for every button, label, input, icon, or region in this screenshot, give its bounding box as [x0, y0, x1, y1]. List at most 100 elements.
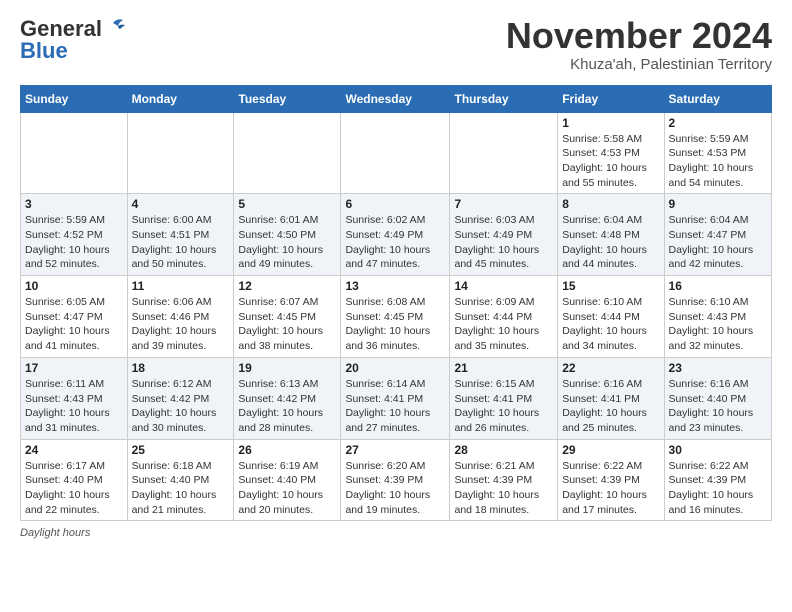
- day-info: Sunrise: 6:19 AMSunset: 4:40 PMDaylight:…: [238, 459, 336, 518]
- day-info: Sunrise: 6:04 AMSunset: 4:47 PMDaylight:…: [669, 213, 767, 272]
- day-number: 17: [25, 361, 123, 375]
- day-info: Sunrise: 6:08 AMSunset: 4:45 PMDaylight:…: [345, 295, 445, 354]
- col-monday: Monday: [127, 85, 234, 112]
- calendar-cell: 1 Sunrise: 5:58 AMSunset: 4:53 PMDaylight…: [558, 112, 664, 194]
- day-info: Sunrise: 6:06 AMSunset: 4:46 PMDaylight:…: [132, 295, 230, 354]
- logo-bird-icon: [103, 18, 125, 36]
- footer: Daylight hours: [20, 527, 772, 539]
- calendar-cell: 12Sunrise: 6:07 AMSunset: 4:45 PMDayligh…: [234, 276, 341, 358]
- calendar-cell: 15Sunrise: 6:10 AMSunset: 4:44 PMDayligh…: [558, 276, 664, 358]
- calendar-cell: 23 Sunrise: 6:16 AMSunset: 4:40 PMDayligh…: [664, 357, 771, 439]
- calendar-cell: 21 Sunrise: 6:15 AMSunset: 4:41 PMDayligh…: [450, 357, 558, 439]
- calendar-cell: 3 Sunrise: 5:59 AMSunset: 4:52 PMDaylight…: [21, 194, 128, 276]
- calendar-week-4: 17 Sunrise: 6:11 AMSunset: 4:43 PMDayligh…: [21, 357, 772, 439]
- col-saturday: Saturday: [664, 85, 771, 112]
- month-title: November 2024: [506, 16, 772, 56]
- day-number: 1: [562, 116, 659, 130]
- day-number: 28: [454, 443, 553, 457]
- day-number: 20: [345, 361, 445, 375]
- day-info: Sunrise: 5:58 AMSunset: 4:53 PMDaylight:…: [562, 132, 659, 191]
- day-info: Sunrise: 6:05 AMSunset: 4:47 PMDaylight:…: [25, 295, 123, 354]
- calendar-cell: [341, 112, 450, 194]
- day-number: 29: [562, 443, 659, 457]
- day-info: Sunrise: 6:15 AMSunset: 4:41 PMDaylight:…: [454, 377, 553, 436]
- calendar-cell: 2 Sunrise: 5:59 AMSunset: 4:53 PMDaylight…: [664, 112, 771, 194]
- day-info: Sunrise: 6:16 AMSunset: 4:41 PMDaylight:…: [562, 377, 659, 436]
- calendar-week-1: 1 Sunrise: 5:58 AMSunset: 4:53 PMDaylight…: [21, 112, 772, 194]
- day-number: 6: [345, 197, 445, 211]
- calendar-cell: 11 Sunrise: 6:06 AMSunset: 4:46 PMDayligh…: [127, 276, 234, 358]
- day-info: Sunrise: 6:11 AMSunset: 4:43 PMDaylight:…: [25, 377, 123, 436]
- calendar-cell: [21, 112, 128, 194]
- day-number: 21: [454, 361, 553, 375]
- day-info: Sunrise: 6:10 AMSunset: 4:43 PMDaylight:…: [669, 295, 767, 354]
- day-number: 3: [25, 197, 123, 211]
- day-info: Sunrise: 5:59 AMSunset: 4:53 PMDaylight:…: [669, 132, 767, 191]
- day-info: Sunrise: 6:22 AMSunset: 4:39 PMDaylight:…: [669, 459, 767, 518]
- day-number: 9: [669, 197, 767, 211]
- day-number: 23: [669, 361, 767, 375]
- day-info: Sunrise: 6:16 AMSunset: 4:40 PMDaylight:…: [669, 377, 767, 436]
- col-sunday: Sunday: [21, 85, 128, 112]
- calendar-cell: 6 Sunrise: 6:02 AMSunset: 4:49 PMDaylight…: [341, 194, 450, 276]
- day-number: 30: [669, 443, 767, 457]
- calendar-week-5: 24Sunrise: 6:17 AMSunset: 4:40 PMDayligh…: [21, 439, 772, 521]
- calendar-cell: 20 Sunrise: 6:14 AMSunset: 4:41 PMDayligh…: [341, 357, 450, 439]
- calendar-cell: [127, 112, 234, 194]
- day-info: Sunrise: 6:21 AMSunset: 4:39 PMDaylight:…: [454, 459, 553, 518]
- calendar-cell: 7Sunrise: 6:03 AMSunset: 4:49 PMDaylight…: [450, 194, 558, 276]
- day-number: 25: [132, 443, 230, 457]
- calendar-cell: 14Sunrise: 6:09 AMSunset: 4:44 PMDayligh…: [450, 276, 558, 358]
- day-number: 15: [562, 279, 659, 293]
- calendar-cell: 26 Sunrise: 6:19 AMSunset: 4:40 PMDayligh…: [234, 439, 341, 521]
- day-info: Sunrise: 6:17 AMSunset: 4:40 PMDaylight:…: [25, 459, 123, 518]
- day-info: Sunrise: 6:00 AMSunset: 4:51 PMDaylight:…: [132, 213, 230, 272]
- day-number: 12: [238, 279, 336, 293]
- calendar-cell: [450, 112, 558, 194]
- day-number: 4: [132, 197, 230, 211]
- calendar-header-row: Sunday Monday Tuesday Wednesday Thursday…: [21, 85, 772, 112]
- day-info: Sunrise: 6:22 AMSunset: 4:39 PMDaylight:…: [562, 459, 659, 518]
- calendar-week-2: 3 Sunrise: 5:59 AMSunset: 4:52 PMDaylight…: [21, 194, 772, 276]
- calendar-cell: [234, 112, 341, 194]
- title-block: November 2024 Khuza'ah, Palestinian Terr…: [506, 16, 772, 73]
- calendar-cell: 18 Sunrise: 6:12 AMSunset: 4:42 PMDayligh…: [127, 357, 234, 439]
- calendar-cell: 10 Sunrise: 6:05 AMSunset: 4:47 PMDayligh…: [21, 276, 128, 358]
- day-number: 11: [132, 279, 230, 293]
- calendar-cell: 22 Sunrise: 6:16 AMSunset: 4:41 PMDayligh…: [558, 357, 664, 439]
- calendar-cell: 30 Sunrise: 6:22 AMSunset: 4:39 PMDayligh…: [664, 439, 771, 521]
- day-info: Sunrise: 6:02 AMSunset: 4:49 PMDaylight:…: [345, 213, 445, 272]
- daylight-label: Daylight hours: [20, 527, 90, 539]
- col-wednesday: Wednesday: [341, 85, 450, 112]
- day-number: 2: [669, 116, 767, 130]
- day-number: 8: [562, 197, 659, 211]
- calendar-cell: 13Sunrise: 6:08 AMSunset: 4:45 PMDayligh…: [341, 276, 450, 358]
- col-thursday: Thursday: [450, 85, 558, 112]
- day-number: 7: [454, 197, 553, 211]
- day-info: Sunrise: 6:20 AMSunset: 4:39 PMDaylight:…: [345, 459, 445, 518]
- calendar-cell: 8 Sunrise: 6:04 AMSunset: 4:48 PMDaylight…: [558, 194, 664, 276]
- calendar-cell: 5Sunrise: 6:01 AMSunset: 4:50 PMDaylight…: [234, 194, 341, 276]
- calendar-cell: 28 Sunrise: 6:21 AMSunset: 4:39 PMDayligh…: [450, 439, 558, 521]
- calendar-cell: 4 Sunrise: 6:00 AMSunset: 4:51 PMDaylight…: [127, 194, 234, 276]
- day-number: 22: [562, 361, 659, 375]
- calendar-cell: 17 Sunrise: 6:11 AMSunset: 4:43 PMDayligh…: [21, 357, 128, 439]
- day-number: 27: [345, 443, 445, 457]
- main-container: General Blue November 2024 Khuza'ah, Pal…: [0, 0, 792, 549]
- day-number: 16: [669, 279, 767, 293]
- calendar-table: Sunday Monday Tuesday Wednesday Thursday…: [20, 85, 772, 522]
- header: General Blue November 2024 Khuza'ah, Pal…: [20, 16, 772, 73]
- day-info: Sunrise: 6:01 AMSunset: 4:50 PMDaylight:…: [238, 213, 336, 272]
- day-info: Sunrise: 5:59 AMSunset: 4:52 PMDaylight:…: [25, 213, 123, 272]
- day-number: 26: [238, 443, 336, 457]
- day-info: Sunrise: 6:04 AMSunset: 4:48 PMDaylight:…: [562, 213, 659, 272]
- day-info: Sunrise: 6:14 AMSunset: 4:41 PMDaylight:…: [345, 377, 445, 436]
- day-info: Sunrise: 6:12 AMSunset: 4:42 PMDaylight:…: [132, 377, 230, 436]
- day-number: 10: [25, 279, 123, 293]
- location-text: Khuza'ah, Palestinian Territory: [506, 56, 772, 73]
- day-number: 18: [132, 361, 230, 375]
- day-info: Sunrise: 6:18 AMSunset: 4:40 PMDaylight:…: [132, 459, 230, 518]
- day-info: Sunrise: 6:09 AMSunset: 4:44 PMDaylight:…: [454, 295, 553, 354]
- calendar-cell: 24Sunrise: 6:17 AMSunset: 4:40 PMDayligh…: [21, 439, 128, 521]
- calendar-cell: 25 Sunrise: 6:18 AMSunset: 4:40 PMDayligh…: [127, 439, 234, 521]
